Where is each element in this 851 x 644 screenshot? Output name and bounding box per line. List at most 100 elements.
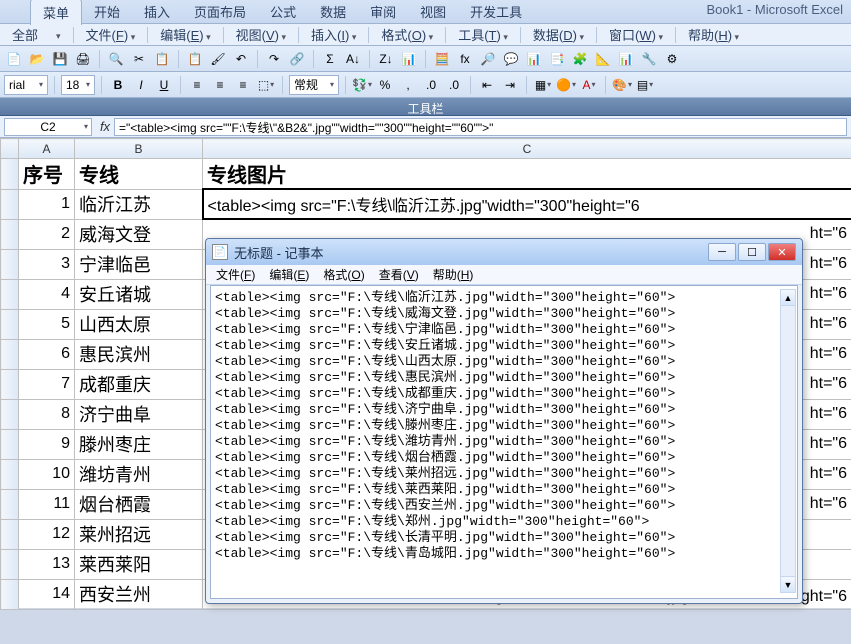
menu-工具[interactable]: 工具(T) [450,23,516,46]
menu-帮助[interactable]: 帮助(H) [680,23,747,46]
align-left-button[interactable]: ≡ [187,75,207,95]
toolbar-btn-0[interactable]: 📄 [4,49,24,69]
notepad-window[interactable]: 📄 无标题 - 记事本 ─ ☐ ✕ 文件(F)编辑(E)格式(O)查看(V)帮助… [205,238,803,604]
toolbar-btn-2[interactable]: 💾 [50,49,70,69]
ribbon-tab-8[interactable]: 开发工具 [458,0,534,24]
name-box[interactable]: C2 [4,118,92,136]
toolbar-btn-20[interactable]: 📊 [524,49,544,69]
toolbar-btn-11[interactable]: 🔗 [287,49,307,69]
row-header-13[interactable] [1,519,19,549]
col-header-A[interactable]: A [19,139,75,159]
menu-编辑[interactable]: 编辑(E) [152,23,218,46]
toolbar-btn-17[interactable]: fx [455,49,475,69]
styles-button[interactable]: 🎨 [612,75,632,95]
toolbar-btn-6[interactable]: 📋 [152,49,172,69]
font-color-button[interactable]: A [579,75,599,95]
formula-input[interactable]: ="<table><img src=""F:\专线\"&B2&".jpg""wi… [114,118,847,136]
fill-color-button[interactable]: 🟠 [556,75,576,95]
select-all-corner[interactable] [1,139,19,159]
toolbar-btn-14[interactable]: Z↓ [376,49,396,69]
toolbar-btn-10[interactable]: ↷ [264,49,284,69]
menu-插入[interactable]: 插入(I) [303,23,364,46]
cell-B10[interactable]: 滕州枣庄 [75,429,203,459]
row-header-3[interactable] [1,219,19,249]
ribbon-tab-3[interactable]: 页面布局 [182,0,258,24]
cell-A15[interactable]: 14 [19,579,75,609]
cell-A11[interactable]: 10 [19,459,75,489]
cell-B12[interactable]: 烟台栖霞 [75,489,203,519]
cell-A10[interactable]: 9 [19,429,75,459]
notepad-titlebar[interactable]: 📄 无标题 - 记事本 ─ ☐ ✕ [206,239,802,265]
col-header-C[interactable]: C [203,139,851,159]
row-header-1[interactable] [1,159,19,190]
align-right-button[interactable]: ≡ [233,75,253,95]
cell-A3[interactable]: 2 [19,219,75,249]
maximize-button[interactable]: ☐ [738,243,766,261]
increase-indent-button[interactable]: ⇥ [500,75,520,95]
decrease-indent-button[interactable]: ⇤ [477,75,497,95]
menu-数据[interactable]: 数据(D) [525,23,592,46]
cell-B5[interactable]: 安丘诸城 [75,279,203,309]
cell-B7[interactable]: 惠民滨州 [75,339,203,369]
cell-A7[interactable]: 6 [19,339,75,369]
toolbar-btn-23[interactable]: 📐 [593,49,613,69]
cell-A6[interactable]: 5 [19,309,75,339]
toolbar-btn-3[interactable]: 🖨 [73,49,93,69]
cell-B13[interactable]: 莱州招远 [75,519,203,549]
row-header-15[interactable] [1,579,19,609]
row-header-2[interactable] [1,189,19,219]
menu-格式[interactable]: 格式(O) [373,23,441,46]
ribbon-tab-1[interactable]: 开始 [82,0,132,24]
toolbar-btn-1[interactable]: 📂 [27,49,47,69]
underline-button[interactable]: U [154,75,174,95]
cell-B1[interactable]: 专线 [75,159,203,190]
ribbon-tab-0[interactable]: 菜单 [30,0,82,25]
np-menu-帮助[interactable]: 帮助(H) [427,264,480,285]
font-name-combo[interactable]: rial [4,75,48,95]
toolbar-btn-26[interactable]: ⚙ [662,49,682,69]
row-header-10[interactable] [1,429,19,459]
font-size-combo[interactable]: 18 [61,75,95,95]
minimize-button[interactable]: ─ [708,243,736,261]
toolbar-btn-9[interactable]: ↶ [231,49,251,69]
scroll-down-icon[interactable]: ▼ [781,576,795,592]
row-header-9[interactable] [1,399,19,429]
cell-A4[interactable]: 3 [19,249,75,279]
cell-B14[interactable]: 莱西莱阳 [75,549,203,579]
toolbar-btn-5[interactable]: ✂ [129,49,149,69]
cell-A2[interactable]: 1 [19,189,75,219]
np-menu-文件[interactable]: 文件(F) [210,264,261,285]
align-center-button[interactable]: ≡ [210,75,230,95]
row-header-4[interactable] [1,249,19,279]
toolbar-btn-24[interactable]: 📊 [616,49,636,69]
toolbar-btn-8[interactable]: 🖌 [208,49,228,69]
menu-all-dropdown[interactable] [48,25,69,44]
cell-B8[interactable]: 成都重庆 [75,369,203,399]
ribbon-tab-2[interactable]: 插入 [132,0,182,24]
toolbar-btn-4[interactable]: 🔍 [106,49,126,69]
toolbar-btn-13[interactable]: A↓ [343,49,363,69]
row-header-7[interactable] [1,339,19,369]
notepad-textarea[interactable]: <table><img src="F:\专线\临沂江苏.jpg"width="3… [210,285,798,599]
menu-文件[interactable]: 文件(F) [78,23,144,46]
cell-A9[interactable]: 8 [19,399,75,429]
number-format-combo[interactable]: 常规 [289,75,339,95]
ribbon-tab-7[interactable]: 视图 [408,0,458,24]
toolbar-btn-12[interactable]: Σ [320,49,340,69]
scroll-up-icon[interactable]: ▲ [781,290,795,306]
row-header-11[interactable] [1,459,19,489]
cell-C1[interactable]: 专线图片 [203,159,851,190]
row-header-6[interactable] [1,309,19,339]
toolbar-btn-25[interactable]: 🔧 [639,49,659,69]
cell-A8[interactable]: 7 [19,369,75,399]
toolbar-btn-16[interactable]: 🧮 [432,49,452,69]
row-header-14[interactable] [1,549,19,579]
cell-B3[interactable]: 威海文登 [75,219,203,249]
cell-A12[interactable]: 11 [19,489,75,519]
notepad-scrollbar[interactable]: ▲ ▼ [780,289,796,593]
menu-all[interactable]: 全部 [4,23,46,46]
toolbar-btn-15[interactable]: 📊 [399,49,419,69]
currency-button[interactable]: 💱 [352,75,372,95]
toolbar-btn-19[interactable]: 💬 [501,49,521,69]
cell-A14[interactable]: 13 [19,549,75,579]
